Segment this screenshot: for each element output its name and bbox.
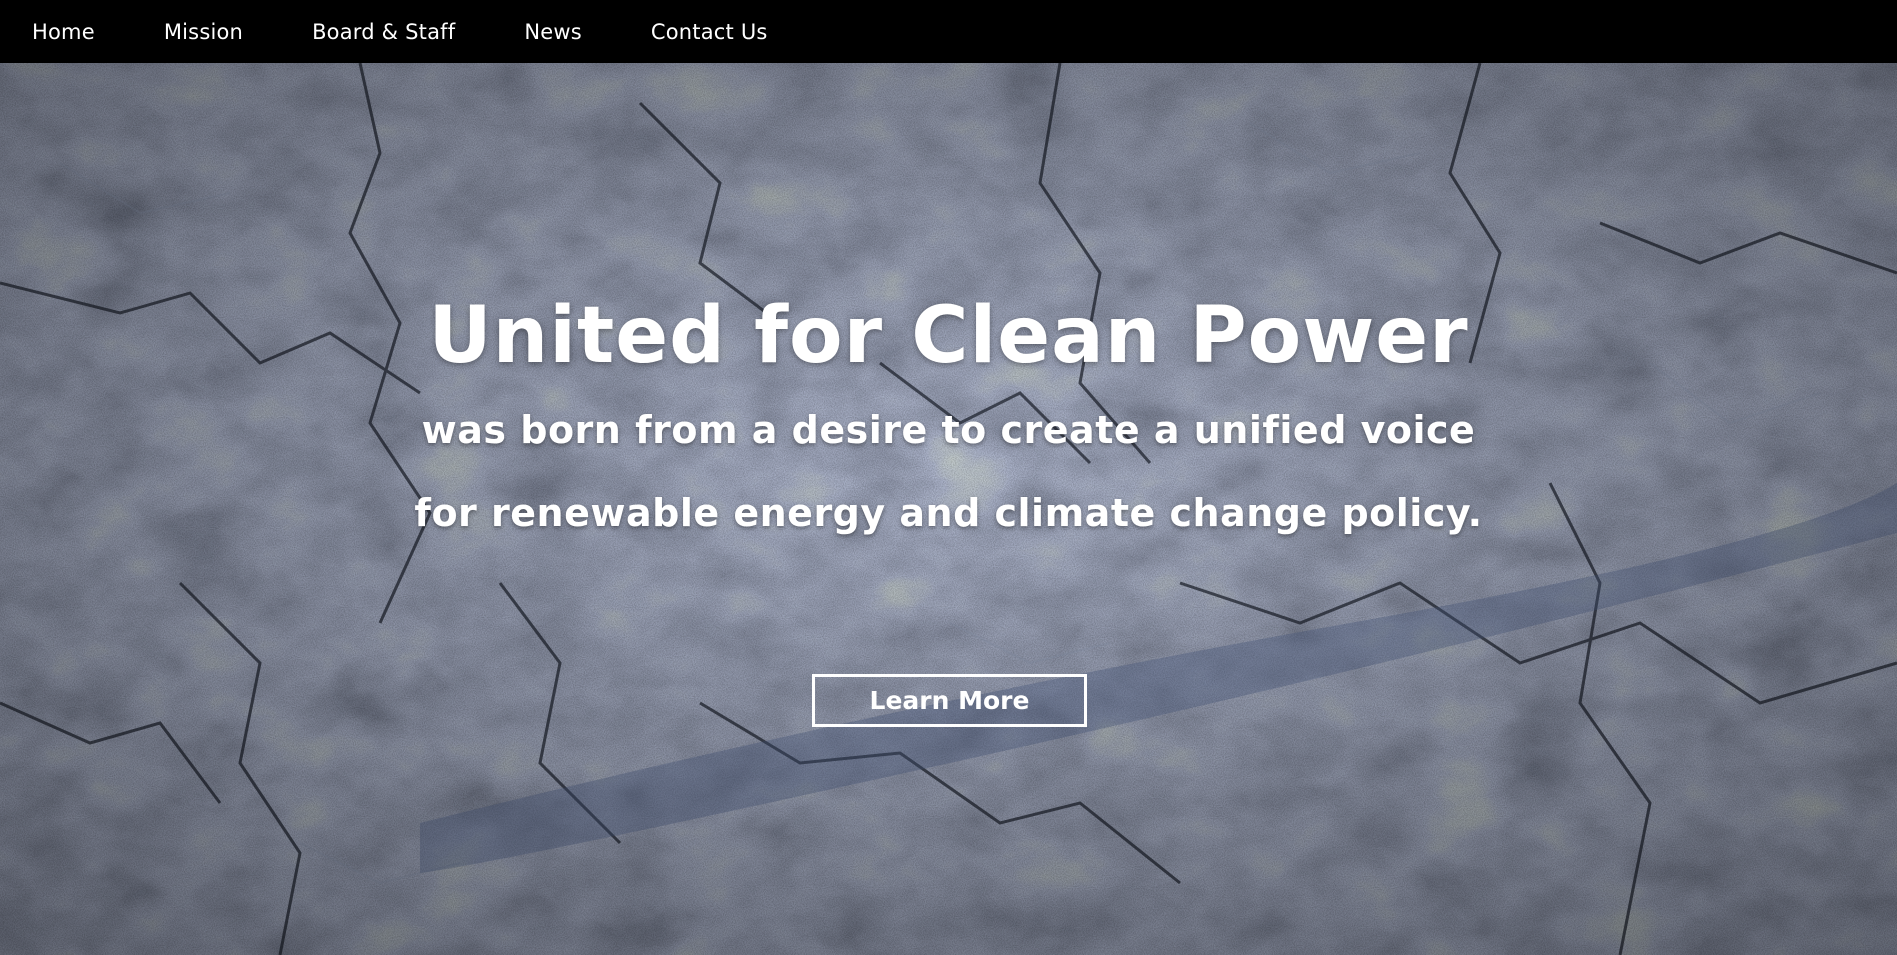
page: Home Mission Board & Staff News Contact …: [0, 0, 1897, 955]
hero-subtitle-line-1: was born from a desire to create a unifi…: [421, 408, 1476, 452]
hero-title: United for Clean Power: [428, 291, 1469, 381]
hero-section: United for Clean Power was born from a d…: [0, 63, 1897, 955]
nav-item-mission[interactable]: Mission: [164, 20, 243, 44]
nav-item-home[interactable]: Home: [32, 20, 95, 44]
hero-subtitle-line-2: for renewable energy and climate change …: [414, 491, 1483, 535]
learn-more-button[interactable]: Learn More: [812, 674, 1087, 727]
nav-item-board-staff[interactable]: Board & Staff: [312, 20, 455, 44]
nav-item-contact-us[interactable]: Contact Us: [651, 20, 768, 44]
top-navigation: Home Mission Board & Staff News Contact …: [0, 0, 1897, 63]
nav-item-news[interactable]: News: [524, 20, 582, 44]
